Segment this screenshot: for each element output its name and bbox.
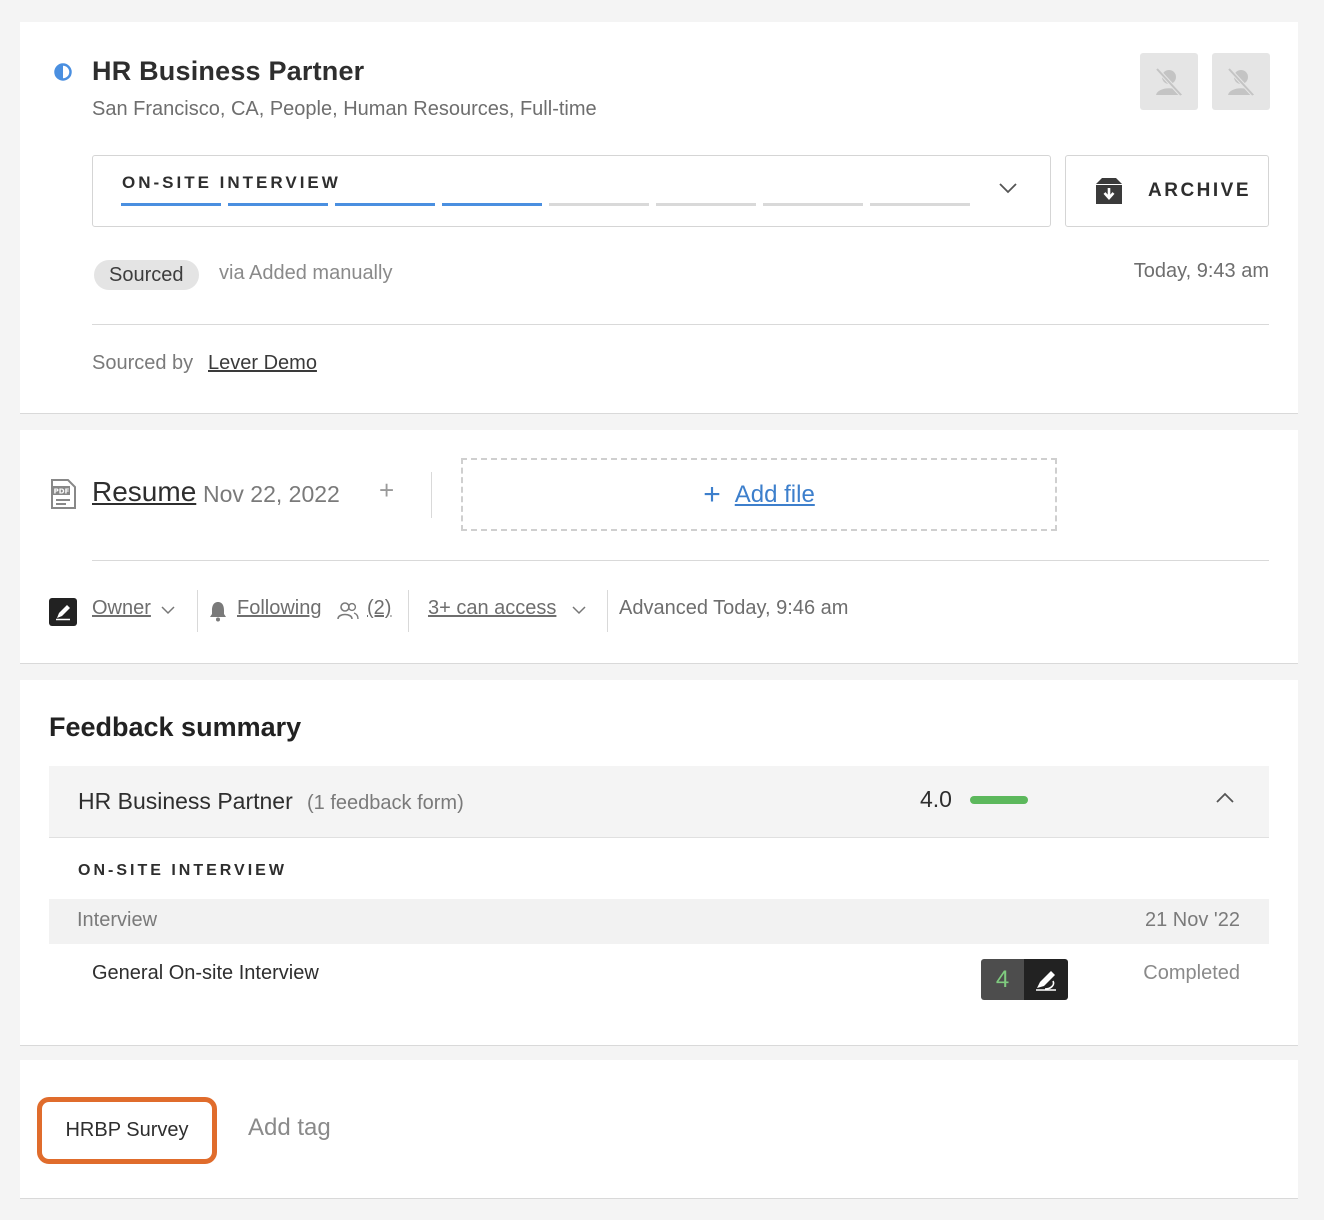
- following-label: Following: [237, 597, 322, 619]
- svg-text:PDF: PDF: [54, 488, 70, 496]
- stage-step: [335, 203, 435, 206]
- archive-button[interactable]: ARCHIVE: [1065, 155, 1269, 227]
- opportunity-header-panel: HR Business Partner San Francisco, CA, P…: [20, 22, 1298, 414]
- stage-selector[interactable]: ON-SITE INTERVIEW: [92, 155, 1051, 227]
- job-subtitle: San Francisco, CA, People, Human Resourc…: [92, 98, 597, 120]
- access-dropdown[interactable]: 3+ can access: [428, 597, 556, 620]
- tags-panel: HRBP Survey Add tag: [20, 1060, 1298, 1199]
- files-panel: PDF Resume Nov 22, 2022 + + Add file Own…: [20, 430, 1298, 664]
- chevron-down-icon[interactable]: [572, 605, 586, 615]
- stage-step: [870, 203, 970, 206]
- feedback-row-header: Interview 21 Nov '22: [49, 899, 1269, 944]
- person-off-icon: [1155, 67, 1183, 96]
- stage-label: ON-SITE INTERVIEW: [122, 173, 341, 192]
- source-badge: Sourced: [94, 260, 199, 290]
- divider: [92, 324, 1269, 325]
- people-icon: [337, 602, 359, 620]
- no-avatar-button-2[interactable]: [1212, 53, 1270, 110]
- owner-avatar: [49, 598, 77, 626]
- interview-name-link[interactable]: General On-site Interview: [92, 962, 319, 985]
- divider: [431, 472, 432, 518]
- feedback-score-bar: [970, 796, 1028, 804]
- feedback-form-count: (1 feedback form): [307, 792, 464, 814]
- bell-icon: [210, 602, 226, 622]
- sourced-by-link[interactable]: Lever Demo: [208, 352, 317, 375]
- stage-step: [656, 203, 756, 206]
- pencil-icon: [56, 605, 70, 621]
- interview-status: Completed: [1143, 962, 1240, 984]
- interview-score-badge[interactable]: 4: [981, 959, 1068, 1000]
- advanced-timestamp: Advanced Today, 9:46 am: [619, 597, 849, 619]
- interviewer-avatar: [1024, 959, 1068, 1000]
- followers-count-link[interactable]: (2): [367, 597, 391, 620]
- plus-icon: +: [703, 477, 721, 511]
- chevron-up-icon[interactable]: [1215, 791, 1235, 805]
- owner-dropdown[interactable]: Owner: [92, 597, 151, 620]
- feedback-job-title: HR Business Partner: [78, 788, 293, 814]
- feedback-job-header[interactable]: HR Business Partner (1 feedback form) 4.…: [49, 766, 1269, 838]
- source-via-text: via Added manually: [219, 262, 393, 284]
- archive-label: ARCHIVE: [1148, 180, 1252, 201]
- archive-box-icon: [1096, 178, 1122, 204]
- resume-link[interactable]: Resume: [92, 476, 196, 508]
- followers-count: (2): [367, 597, 392, 619]
- stage-step: [121, 203, 221, 206]
- divider: [408, 590, 409, 632]
- interview-score: 4: [981, 959, 1024, 1000]
- tag-hrbp-survey[interactable]: HRBP Survey: [37, 1097, 217, 1164]
- add-file-label: Add file: [734, 480, 815, 508]
- half-circle-status-icon: [54, 63, 72, 81]
- feedback-title: Feedback summary: [49, 712, 302, 742]
- resume-date: Nov 22, 2022: [203, 481, 340, 507]
- feedback-stage-label: ON-SITE INTERVIEW: [78, 862, 287, 879]
- add-resume-icon[interactable]: +: [379, 475, 394, 506]
- divider: [607, 590, 608, 632]
- created-timestamp: Today, 9:43 am: [1133, 260, 1269, 282]
- feedback-score: 4.0: [920, 786, 952, 812]
- add-tag-input[interactable]: Add tag: [248, 1114, 331, 1142]
- pdf-file-icon: PDF: [51, 479, 76, 509]
- stage-step: [763, 203, 863, 206]
- interview-date: 21 Nov '22: [1145, 909, 1240, 931]
- pencil-icon: [1036, 970, 1056, 991]
- following-toggle[interactable]: Following: [237, 597, 321, 620]
- access-label: 3+ can access: [428, 597, 557, 619]
- feedback-panel: Feedback summary HR Business Partner (1 …: [20, 680, 1298, 1046]
- chevron-down-icon[interactable]: [998, 181, 1018, 195]
- stage-progress: [121, 203, 970, 206]
- chevron-down-icon[interactable]: [161, 605, 175, 615]
- divider: [92, 560, 1269, 561]
- divider: [197, 590, 198, 632]
- owner-label: Owner: [92, 597, 151, 619]
- sourced-by-label: Sourced by: [92, 352, 194, 374]
- person-off-icon: [1227, 67, 1255, 96]
- add-file-button[interactable]: + Add file: [461, 458, 1057, 531]
- stage-step: [442, 203, 542, 206]
- page-title: HR Business Partner: [92, 56, 365, 86]
- interview-column-label: Interview: [77, 909, 158, 931]
- stage-step: [549, 203, 649, 206]
- no-avatar-button-1[interactable]: [1140, 53, 1198, 110]
- stage-step: [228, 203, 328, 206]
